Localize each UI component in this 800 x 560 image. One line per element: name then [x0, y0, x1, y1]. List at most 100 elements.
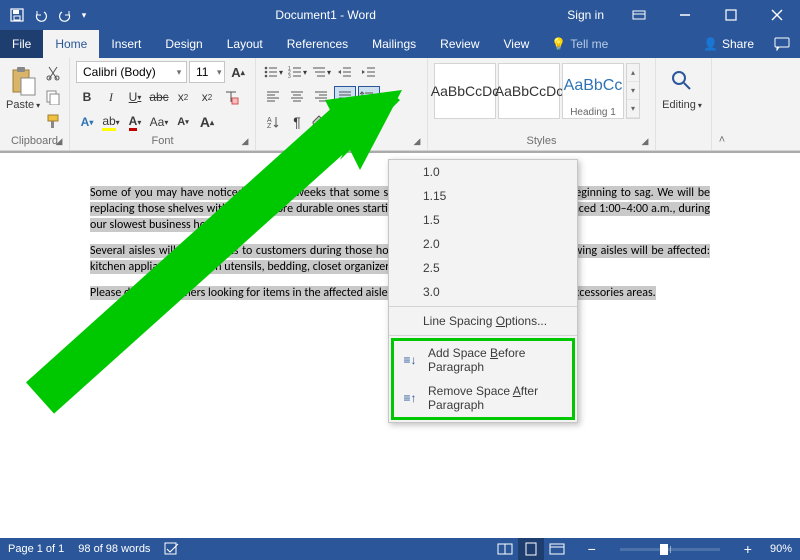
font-size-combo[interactable]: 11▾ — [189, 61, 225, 83]
space-after-icon: ≡↑ — [402, 391, 418, 405]
svg-text:Z: Z — [267, 123, 272, 129]
paste-icon — [7, 65, 39, 97]
page-indicator[interactable]: Page 1 of 1 — [8, 543, 64, 555]
align-left-icon[interactable] — [262, 86, 284, 108]
bullets-icon[interactable]: ▾ — [262, 61, 284, 83]
read-mode-icon[interactable] — [492, 538, 518, 560]
increase-indent-icon[interactable] — [358, 61, 380, 83]
zoom-slider[interactable] — [620, 548, 720, 551]
copy-icon[interactable] — [42, 86, 64, 108]
align-center-icon[interactable] — [286, 86, 308, 108]
strikethrough-button[interactable]: abc — [148, 86, 170, 108]
tab-layout[interactable]: Layout — [215, 30, 275, 58]
document-area[interactable]: Some of you may have noticed in recent w… — [0, 151, 800, 538]
line-spacing-button[interactable]: ▾ — [358, 86, 380, 108]
undo-icon[interactable] — [30, 4, 52, 26]
print-layout-icon[interactable] — [518, 538, 544, 560]
maximize-icon[interactable] — [708, 0, 754, 30]
italic-button[interactable]: I — [100, 86, 122, 108]
tab-design[interactable]: Design — [153, 30, 214, 58]
tab-references[interactable]: References — [275, 30, 360, 58]
tell-me[interactable]: 💡Tell me — [541, 30, 618, 58]
spacing-1-15[interactable]: 1.15 — [389, 184, 577, 208]
spacing-3-0[interactable]: 3.0 — [389, 280, 577, 304]
dialog-launcher-icon[interactable]: ◢ — [239, 136, 251, 148]
font-name-combo[interactable]: Calibri (Body)▾ — [76, 61, 187, 83]
align-right-icon[interactable] — [310, 86, 332, 108]
styles-label: Styles — [527, 135, 557, 147]
close-icon[interactable] — [754, 0, 800, 30]
zoom-level[interactable]: 90% — [770, 543, 792, 555]
spacing-2-0[interactable]: 2.0 — [389, 232, 577, 256]
tab-view[interactable]: View — [492, 30, 542, 58]
text-effects-icon[interactable]: A▾ — [76, 111, 98, 133]
numbering-icon[interactable]: 123▾ — [286, 61, 308, 83]
grow-font2-icon[interactable]: A▴ — [196, 111, 218, 133]
format-painter-icon[interactable] — [42, 110, 64, 132]
minimize-icon[interactable] — [662, 0, 708, 30]
borders-icon[interactable]: ▾ — [334, 111, 356, 133]
change-case-icon[interactable]: Aa▾ — [148, 111, 170, 133]
clipboard-label: Clipboard — [11, 135, 58, 147]
shading-icon[interactable]: ▾ — [310, 111, 332, 133]
line-spacing-menu: 1.0 1.15 1.5 2.0 2.5 3.0 Line Spacing Op… — [388, 159, 578, 423]
tab-mailings[interactable]: Mailings — [360, 30, 428, 58]
dialog-launcher-icon[interactable]: ◢ — [53, 136, 65, 148]
tab-home[interactable]: Home — [43, 30, 99, 58]
subscript-button[interactable]: x2 — [172, 86, 194, 108]
font-size-value: 11 — [190, 65, 214, 79]
spacing-2-5[interactable]: 2.5 — [389, 256, 577, 280]
collapse-ribbon-icon[interactable]: ˄ — [712, 58, 732, 150]
spacing-1-5[interactable]: 1.5 — [389, 208, 577, 232]
underline-button[interactable]: U ▾ — [124, 86, 146, 108]
cut-icon[interactable] — [42, 62, 64, 84]
style-normal[interactable]: AaBbCcDc — [434, 63, 496, 119]
window-title: Document1 - Word — [96, 8, 555, 22]
add-space-before[interactable]: ≡↓Add Space Before Paragraph — [394, 341, 572, 379]
view-buttons — [492, 538, 570, 560]
dialog-launcher-icon[interactable]: ◢ — [411, 136, 423, 148]
zoom-out-icon[interactable]: − — [584, 541, 600, 557]
sort-icon[interactable]: AZ — [262, 111, 284, 133]
highlight-icon[interactable]: ab▾ — [100, 111, 122, 133]
tab-file[interactable]: File — [0, 30, 43, 58]
tell-me-label: Tell me — [570, 37, 608, 51]
remove-space-after[interactable]: ≡↑Remove Space After Paragraph — [394, 379, 572, 417]
show-marks-icon[interactable]: ¶ — [286, 111, 308, 133]
web-layout-icon[interactable] — [544, 538, 570, 560]
line-spacing-options[interactable]: Line Spacing Options... — [389, 309, 577, 333]
ribbon-display-options-icon[interactable] — [616, 0, 662, 30]
font-color-icon[interactable]: A▾ — [124, 111, 146, 133]
spacing-1-0[interactable]: 1.0 — [389, 160, 577, 184]
find-icon — [666, 65, 698, 97]
group-paragraph: ▾ 123▾ ▾ ▾ AZ ¶ ▾ ▾ Paragraph◢ — [256, 58, 428, 150]
superscript-button[interactable]: x2 — [196, 86, 218, 108]
redo-icon[interactable] — [54, 4, 76, 26]
paste-button[interactable]: Paste▾ — [6, 61, 40, 133]
qat-customize-icon[interactable]: ▾ — [78, 4, 90, 26]
multilevel-list-icon[interactable]: ▾ — [310, 61, 332, 83]
space-before-icon: ≡↓ — [402, 353, 418, 367]
shrink-font-icon[interactable]: A▾ — [172, 111, 194, 133]
justify-icon[interactable] — [334, 86, 356, 108]
tab-review[interactable]: Review — [428, 30, 491, 58]
proofing-icon[interactable] — [164, 541, 180, 558]
dialog-launcher-icon[interactable]: ◢ — [639, 136, 651, 148]
comments-icon[interactable] — [764, 30, 800, 58]
sign-in-link[interactable]: Sign in — [555, 8, 616, 22]
grow-font-icon[interactable]: A▴ — [227, 61, 249, 83]
share-button[interactable]: 👤Share — [697, 30, 764, 58]
tab-insert[interactable]: Insert — [99, 30, 153, 58]
save-icon[interactable] — [6, 4, 28, 26]
editing-button[interactable]: Editing▾ — [662, 61, 702, 133]
decrease-indent-icon[interactable] — [334, 61, 356, 83]
zoom-in-icon[interactable]: + — [740, 541, 756, 557]
word-count[interactable]: 98 of 98 words — [78, 543, 150, 555]
style-nospacing[interactable]: AaBbCcDc — [498, 63, 560, 119]
quick-access-toolbar: ▾ — [0, 4, 96, 26]
clear-formatting-icon[interactable] — [220, 86, 242, 108]
style-heading1[interactable]: AaBbCcHeading 1 — [562, 63, 624, 119]
group-styles: AaBbCcDc AaBbCcDc AaBbCcHeading 1 ▴▾▾ St… — [428, 58, 656, 150]
bold-button[interactable]: B — [76, 86, 98, 108]
styles-scroll[interactable]: ▴▾▾ — [626, 63, 640, 119]
